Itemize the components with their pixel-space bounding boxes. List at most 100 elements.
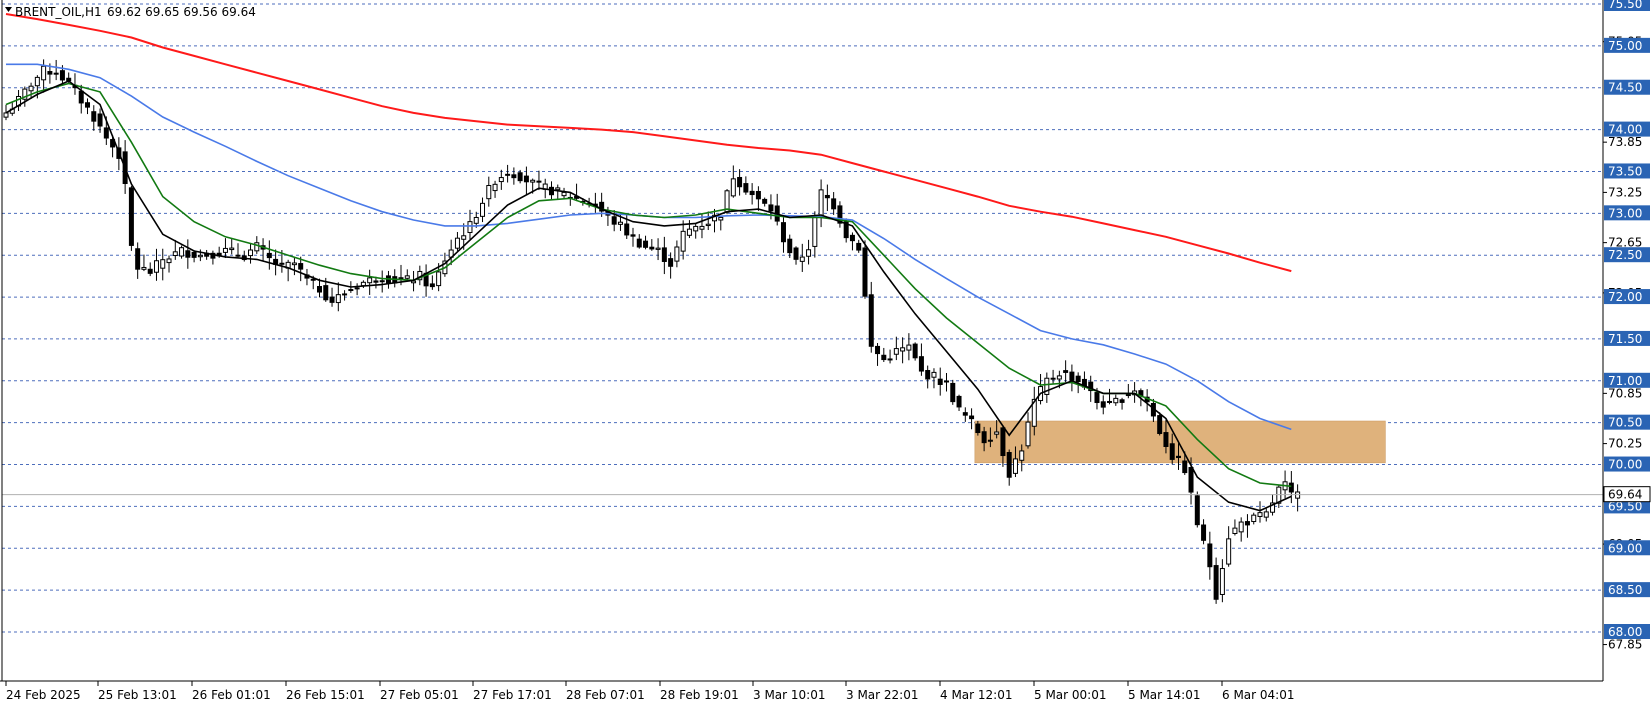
candle-body-up <box>1012 458 1018 474</box>
price-level-badge[interactable]: 73.00 <box>1604 205 1650 221</box>
candle-body-up <box>655 247 661 250</box>
candle-body-up <box>28 85 34 92</box>
candle-body-down <box>975 423 981 434</box>
candle-body-down <box>956 395 962 408</box>
time-tick-label: 3 Mar 22:01 <box>846 688 919 702</box>
price-tick-label: 70.25 <box>1608 437 1642 451</box>
candle-body-up <box>1050 377 1056 380</box>
candle-body-down <box>47 71 53 75</box>
candle <box>724 189 730 215</box>
chart-header: BRENT_OIL,H1 69.62 69.65 69.56 69.64 <box>5 5 256 19</box>
candle-body-down <box>1244 521 1250 526</box>
candle-body-down <box>185 250 191 258</box>
candle-body-up <box>1219 568 1225 595</box>
price-level-badge[interactable]: 75.50 <box>1604 0 1650 11</box>
candle-body-down <box>875 345 881 355</box>
candle-body-down <box>743 183 749 193</box>
candle-body-up <box>467 221 473 234</box>
current-price-badge-label: 69.64 <box>1608 488 1642 502</box>
price-level-badge-label: 68.50 <box>1608 583 1642 597</box>
candle-body-down <box>1100 401 1106 408</box>
price-level-badge[interactable]: 70.00 <box>1604 456 1650 472</box>
price-tick-label: 73.85 <box>1608 135 1642 149</box>
price-level-badge[interactable]: 74.00 <box>1604 121 1650 137</box>
candle-body-up <box>530 179 536 183</box>
candle-body-down <box>862 247 868 297</box>
price-level-badge-label: 72.50 <box>1608 248 1642 262</box>
candle-body-up <box>153 260 159 273</box>
candle-body-up <box>348 289 354 292</box>
time-tick-label: 3 Mar 10:01 <box>753 688 826 702</box>
candle-body-up <box>492 183 498 192</box>
candle-body-up <box>680 230 686 252</box>
time-tick-label: 24 Feb 2025 <box>6 688 81 702</box>
candle-body-down <box>78 90 84 104</box>
candle-body-up <box>498 177 504 183</box>
candle-body-down <box>279 262 285 265</box>
price-level-badge[interactable]: 72.00 <box>1604 289 1650 305</box>
price-level-badge-label: 71.00 <box>1608 374 1642 388</box>
candle-body-down <box>950 382 956 403</box>
candle-body-up <box>617 221 623 225</box>
candle-body-up <box>222 247 228 253</box>
candle-body-down <box>824 194 830 199</box>
candle-body-up <box>367 277 373 284</box>
time-tick-label: 27 Feb 05:01 <box>380 688 459 702</box>
candle-body-up <box>354 287 360 290</box>
candle-body-up <box>486 185 492 200</box>
candle-body-down <box>887 358 893 361</box>
candle-body-down <box>1175 455 1181 459</box>
candle-body-up <box>461 235 467 240</box>
candle-body-down <box>1288 482 1294 493</box>
candle <box>128 185 134 251</box>
candle-body-down <box>1069 371 1075 381</box>
price-level-badge[interactable]: 70.50 <box>1604 414 1650 430</box>
candle-body-down <box>128 187 134 246</box>
candle-body-down <box>59 70 65 81</box>
candle-body-down <box>762 198 768 204</box>
candle-body-up <box>561 191 567 197</box>
candle-body-down <box>1063 370 1069 373</box>
candle-body-down <box>1157 415 1163 434</box>
symbol-label: BRENT_OIL,H1 <box>15 5 102 19</box>
candle-body-up <box>480 202 486 217</box>
time-tick-label: 26 Feb 15:01 <box>286 688 365 702</box>
candle-body-up <box>730 178 736 197</box>
price-level-badge[interactable]: 73.50 <box>1604 163 1650 179</box>
candle-body-down <box>918 356 924 372</box>
candle-body-up <box>1025 421 1031 447</box>
candle-body-down <box>373 280 379 283</box>
candle-body-up <box>166 258 172 264</box>
candle <box>950 379 956 405</box>
candle-body-up <box>160 259 166 269</box>
candle-body-down <box>517 172 523 182</box>
candle-body-down <box>787 238 793 254</box>
price-level-badge[interactable]: 68.50 <box>1604 582 1650 598</box>
candle-body-down <box>85 102 91 108</box>
candle-body-up <box>1238 521 1244 533</box>
price-chart[interactable]: 75.0573.8573.2572.6572.0570.8570.2569.05… <box>0 0 1651 708</box>
candle-body-down <box>1006 452 1012 478</box>
candle-body-up <box>987 439 993 442</box>
candle-body-up <box>674 246 680 262</box>
candle-body-up <box>179 247 185 257</box>
price-level-badge[interactable]: 74.50 <box>1604 79 1650 95</box>
price-level-badge[interactable]: 71.50 <box>1604 330 1650 346</box>
price-level-badge[interactable]: 69.00 <box>1604 540 1650 556</box>
price-tick-label: 73.25 <box>1608 185 1642 199</box>
price-level-badge[interactable]: 75.00 <box>1604 37 1650 53</box>
candle-body-down <box>379 280 385 283</box>
candle-body-up <box>806 249 812 257</box>
price-level-badge[interactable]: 68.00 <box>1604 624 1650 639</box>
candle-body-up <box>454 237 460 249</box>
candle-body-down <box>1182 460 1188 474</box>
time-tick-label: 5 Mar 14:01 <box>1128 688 1201 702</box>
price-level-badge[interactable]: 72.50 <box>1604 247 1650 263</box>
current-price-badge[interactable]: 69.64 <box>1603 486 1651 503</box>
candle-body-up <box>994 431 1000 435</box>
time-tick-label: 25 Feb 13:01 <box>98 688 177 702</box>
price-level-badge-label: 73.00 <box>1608 206 1642 220</box>
candle-body-down <box>1207 543 1213 568</box>
price-level-badge[interactable]: 71.00 <box>1604 372 1650 388</box>
candle-body-down <box>1094 392 1100 404</box>
